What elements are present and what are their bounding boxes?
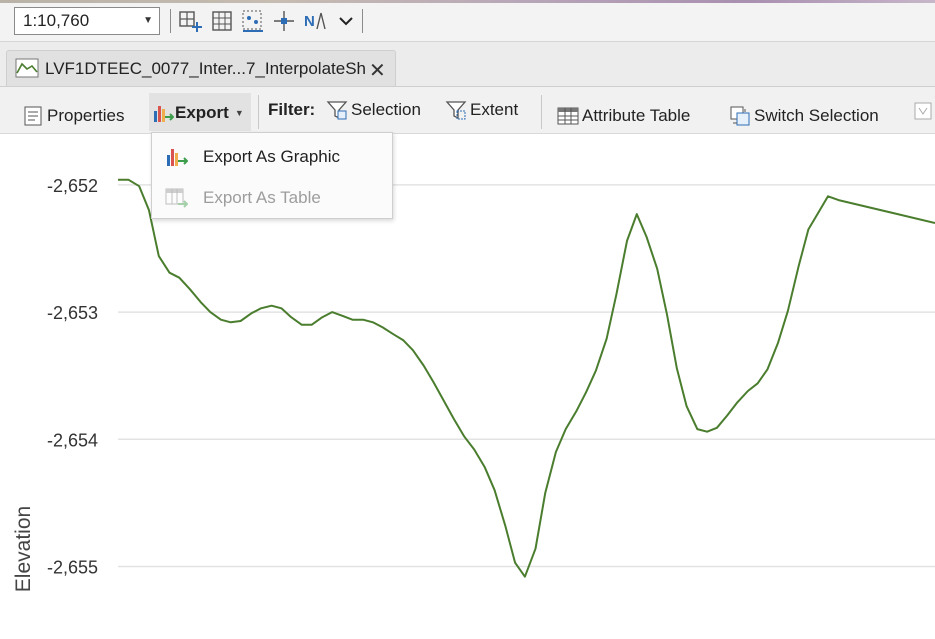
switch-selection-label: Switch Selection (754, 106, 879, 125)
properties-icon (24, 106, 42, 126)
clear-selection-icon[interactable] (912, 100, 934, 122)
add-grid-icon[interactable] (178, 9, 202, 33)
chevron-down-icon: ▼ (234, 108, 244, 118)
tab-title: LVF1DTEEC_0077_Inter...7_InterpolateSh (45, 59, 366, 78)
toolbar-separator (170, 9, 171, 33)
chart-toolbar: Properties Filter: Selection Extent Attr… (0, 87, 935, 134)
select-points-icon[interactable] (241, 9, 265, 33)
profile-chart-icon (15, 58, 39, 78)
table-icon (557, 107, 579, 125)
filter-label: Filter: (268, 100, 316, 119)
extent-label: Extent (470, 100, 519, 119)
y-tick-label: -2,653 (47, 303, 98, 323)
export-label: Export (175, 103, 229, 122)
selection-label: Selection (351, 100, 421, 119)
chart-tab-strip: LVF1DTEEC_0077_Inter...7_InterpolateSh ✕ (0, 42, 935, 87)
map-status-toolbar: 1:10,760 ▼ N (0, 3, 935, 42)
move-crosshair-icon[interactable] (272, 9, 296, 33)
menu-item-label: Export As Table (203, 188, 321, 207)
overflow-chevron-icon[interactable] (334, 9, 358, 33)
scale-value: 1:10,760 (23, 11, 90, 30)
table-grid-icon[interactable] (210, 9, 234, 33)
y-tick-label: -2,654 (47, 430, 98, 450)
switch-selection-button[interactable]: Switch Selection (729, 93, 879, 139)
attribute-table-label: Attribute Table (582, 106, 691, 125)
close-icon[interactable]: ✕ (369, 58, 386, 83)
toolbar-separator (541, 95, 542, 129)
series-line[interactable] (118, 178, 935, 578)
menu-item-export-as-graphic[interactable]: Export As Graphic (152, 137, 392, 177)
filter-selection-icon (326, 101, 348, 120)
properties-label: Properties (47, 106, 125, 125)
y-tick-label: -2,655 (47, 557, 98, 577)
export-table-icon (165, 188, 188, 208)
toolbar-separator (258, 95, 259, 129)
svg-text:N: N (304, 13, 315, 30)
y-axis-label: Elevation (12, 505, 35, 593)
export-menu: Export As Graphic Export As Table (151, 132, 393, 219)
attribute-table-button[interactable]: Attribute Table (557, 93, 690, 139)
filter-extent-icon (445, 101, 467, 120)
elevation-profile-chart[interactable]: -2,652 -2,653 -2,654 -2,655 (0, 134, 935, 639)
filter-extent-button[interactable]: Extent (445, 87, 518, 133)
menu-item-label: Export As Graphic (203, 147, 341, 166)
toolbar-separator (362, 9, 363, 33)
chart-tab[interactable]: LVF1DTEEC_0077_Inter...7_InterpolateSh ✕ (6, 50, 396, 86)
y-tick-label: -2,652 (47, 176, 98, 196)
export-chart-icon (154, 106, 174, 122)
north-arrow-icon[interactable]: N (303, 9, 327, 33)
properties-button[interactable]: Properties (22, 93, 124, 139)
scale-combobox[interactable]: 1:10,760 ▼ (14, 7, 160, 35)
chevron-down-icon[interactable]: ▼ (143, 8, 153, 34)
menu-item-export-as-table[interactable]: Export As Table (152, 178, 392, 218)
filter-selection-button[interactable]: Selection (326, 87, 421, 133)
switch-selection-icon (730, 106, 750, 126)
export-graphic-icon (167, 149, 188, 166)
